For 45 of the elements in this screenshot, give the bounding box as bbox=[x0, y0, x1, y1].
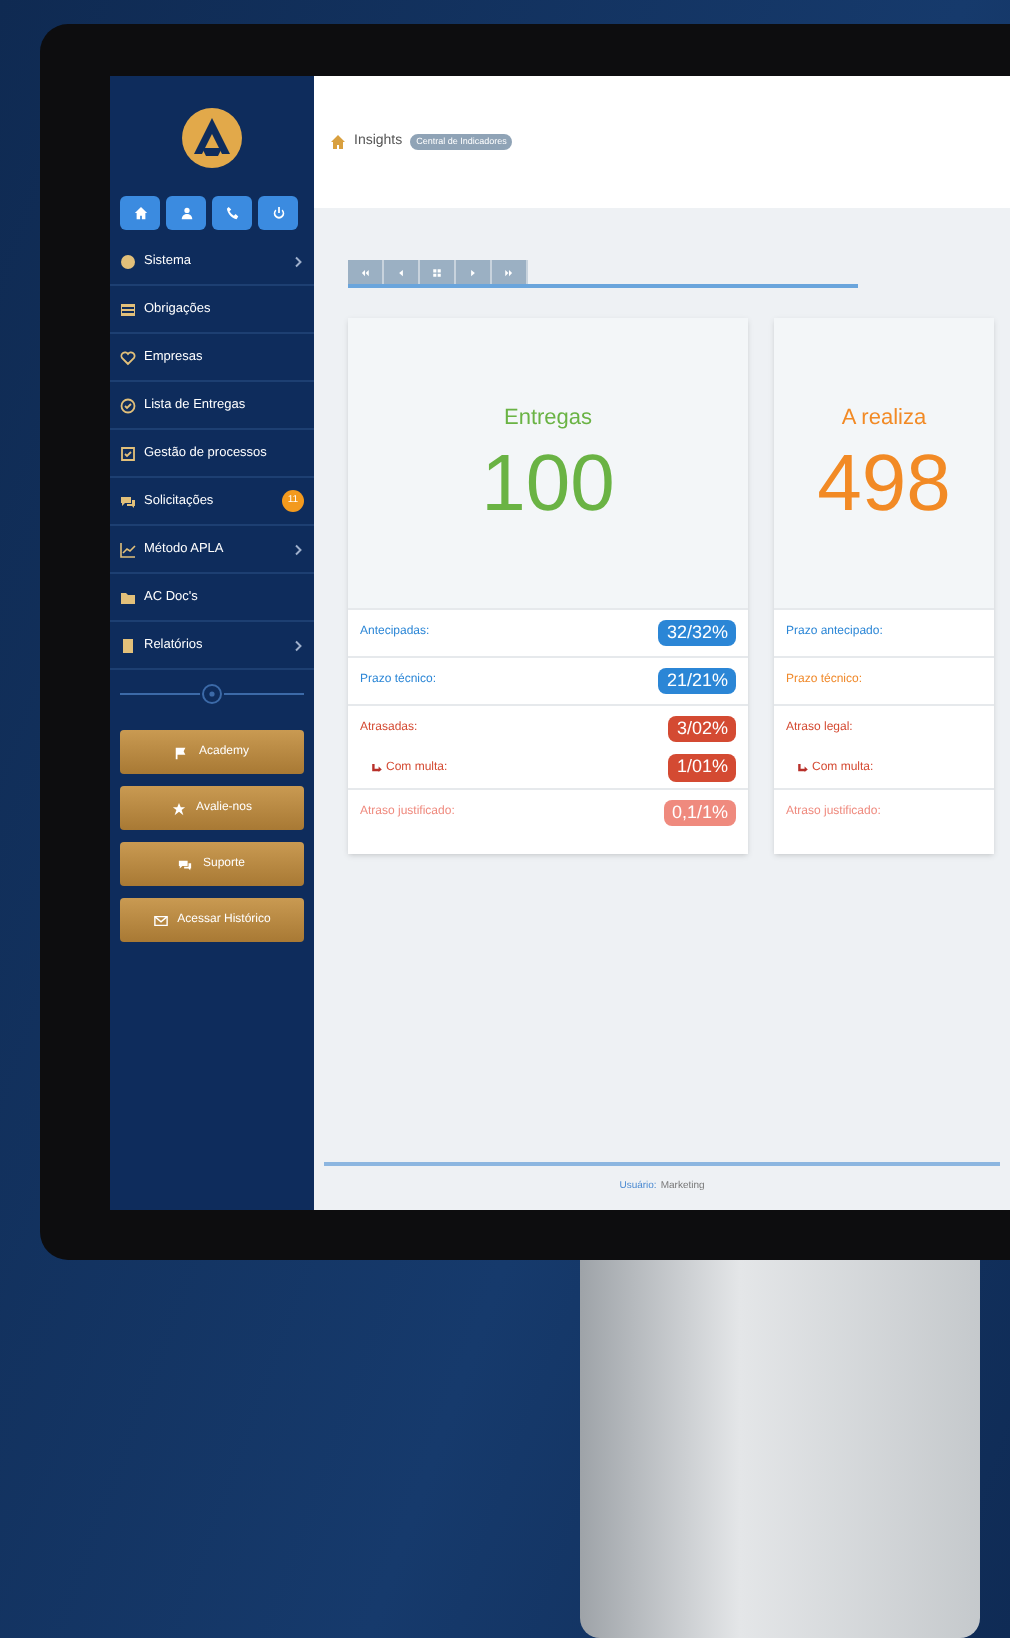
heart-icon bbox=[120, 349, 136, 365]
sub-arrow-icon bbox=[372, 764, 382, 772]
line-chart-icon bbox=[120, 541, 136, 557]
sub-arrow-icon bbox=[798, 764, 808, 772]
toolbar-button[interactable] bbox=[384, 260, 420, 284]
chat-icon bbox=[120, 493, 136, 509]
card-total: 100 bbox=[481, 443, 615, 524]
check-circle-icon bbox=[120, 397, 136, 413]
home-icon bbox=[133, 206, 147, 220]
toolbar-button[interactable] bbox=[420, 260, 456, 284]
toolbar-button[interactable] bbox=[492, 260, 528, 284]
mail-icon bbox=[153, 913, 168, 927]
value-pill: 21/21% bbox=[658, 667, 736, 695]
toolbar-button[interactable] bbox=[456, 260, 492, 284]
value-pill: 0,1/1% bbox=[663, 799, 736, 827]
power-icon bbox=[271, 206, 285, 220]
checkbox-icon bbox=[120, 445, 136, 461]
phone-icon bbox=[225, 206, 239, 220]
shortcut-button[interactable] bbox=[212, 196, 252, 230]
table-icon bbox=[120, 301, 136, 317]
right-icon bbox=[468, 267, 478, 277]
folder-icon bbox=[120, 589, 136, 605]
shortcut-button[interactable] bbox=[258, 196, 298, 230]
chevron-icon bbox=[294, 255, 304, 267]
chevron-icon bbox=[294, 543, 304, 555]
chat-icon bbox=[178, 857, 193, 871]
logo-icon bbox=[182, 108, 242, 168]
value-pill: 3/02% bbox=[668, 715, 736, 743]
card-title: A realiza bbox=[841, 404, 927, 435]
star-icon bbox=[172, 801, 187, 815]
shortcut-button[interactable] bbox=[166, 196, 206, 230]
value-pill: 32/32% bbox=[658, 619, 736, 647]
home-icon bbox=[330, 134, 346, 150]
left-icon bbox=[396, 267, 406, 277]
shortcut-button[interactable] bbox=[120, 196, 160, 230]
card-total: 498 bbox=[817, 443, 951, 524]
flag-icon bbox=[174, 745, 189, 759]
value-pill: 1/01% bbox=[668, 754, 736, 782]
user-icon bbox=[179, 206, 193, 220]
toolbar-button[interactable] bbox=[348, 260, 384, 284]
chevron-icon bbox=[294, 639, 304, 651]
double-right-icon bbox=[504, 267, 514, 277]
card-title: Entregas bbox=[503, 404, 593, 435]
double-left-icon bbox=[360, 267, 370, 277]
grid-icon bbox=[432, 267, 442, 277]
